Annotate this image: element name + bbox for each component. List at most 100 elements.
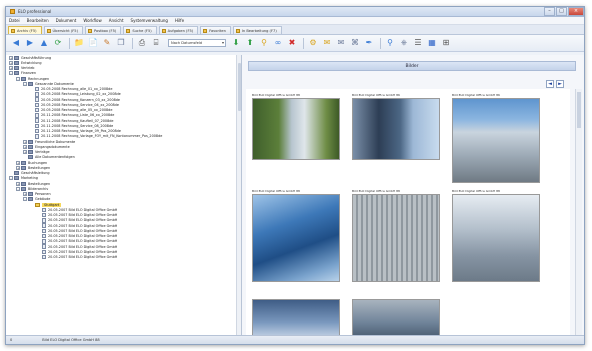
fit-icon[interactable]: ⊞ [440, 37, 452, 49]
menu-dokument[interactable]: Dokument [56, 18, 77, 23]
tree-item-label: Entwicklung [21, 60, 42, 65]
archive-tree[interactable]: + Geschäftsführung + Entwicklung + Vertrieb - F… [6, 55, 242, 335]
attach-icon[interactable]: ⌘ [349, 37, 361, 49]
viewer-scrollbar[interactable] [575, 89, 582, 335]
document-icon [42, 233, 46, 239]
expand-icon[interactable]: + [23, 144, 27, 149]
folder-icon [35, 202, 40, 207]
checkout-icon[interactable]: ⬆ [244, 37, 256, 49]
thumbnail-gallery: Bild ELO Digital Office GmbH 88 Bild ELO … [246, 89, 570, 335]
building-photo [352, 194, 440, 282]
refresh-icon[interactable]: ⟳ [52, 37, 64, 49]
tree-item-label: Finanzen [21, 71, 37, 76]
tree-item-label: Personen [35, 192, 51, 197]
tab-0[interactable]: Archiv (F5) [8, 26, 42, 34]
viewer-scrollbar-thumb[interactable] [577, 92, 581, 128]
up-icon[interactable]: ▲ [38, 37, 50, 49]
print-icon[interactable]: ⎙ [136, 37, 148, 49]
sort-select[interactable]: Nach Datumsfeld ▾ [168, 39, 226, 47]
view-thumbnail-icon[interactable]: ▦ [426, 37, 438, 49]
cabinet-icon [14, 176, 19, 181]
thumbnail-item[interactable] [252, 294, 340, 335]
next-page-button[interactable]: ► [556, 80, 564, 88]
scan-icon[interactable]: ⌸ [150, 37, 162, 49]
workflow-icon[interactable]: ⚙ [307, 37, 319, 49]
tree-item-label: 20.05.2008 Rechnung_alle_05_xx_2008de [41, 108, 113, 113]
collapse-icon[interactable]: - [23, 197, 27, 202]
zoom-icon[interactable]: ⚲ [384, 37, 396, 49]
pen-icon[interactable]: ✒ [363, 37, 375, 49]
previous-page-button[interactable]: ◄ [546, 80, 554, 88]
collapse-icon[interactable]: - [23, 81, 27, 86]
delete-icon[interactable]: ✖ [286, 37, 298, 49]
tree-item-label: 20.11.2008 Rechnung_Vorlage_09_Pos_2008d… [41, 129, 121, 134]
new-folder-icon[interactable]: 📁 [73, 37, 85, 49]
thumbnail-item[interactable]: Bild ELO Digital Office GmbH 88 [252, 93, 340, 160]
tree-item[interactable]: 20.05.2007 Bild ELO Digital Office GmbH [6, 254, 241, 260]
expand-icon[interactable]: + [16, 165, 20, 170]
thumbnail-item[interactable]: Bild ELO Digital Office GmbH 88 [452, 189, 540, 282]
edit-icon[interactable]: ✎ [101, 37, 113, 49]
expand-icon[interactable]: + [9, 60, 13, 65]
tab-1[interactable]: Übersicht (F5) [43, 26, 83, 34]
note-icon[interactable]: ✉ [321, 37, 333, 49]
filter-icon[interactable]: ⚲ [258, 37, 270, 49]
thumbnail-item[interactable]: Bild ELO Digital Office GmbH 86 [352, 93, 440, 160]
expand-icon[interactable]: + [23, 139, 27, 144]
tree-scrollbar[interactable] [236, 55, 241, 335]
menu-bearbeiten[interactable]: Bearbeiten [27, 18, 49, 23]
tab-2[interactable]: Postbox (F5) [84, 26, 122, 34]
document-icon [35, 123, 39, 129]
new-document-icon[interactable]: 📄 [87, 37, 99, 49]
menu-ansicht[interactable]: Ansicht [109, 18, 124, 23]
tree-scrollbar-thumb[interactable] [237, 63, 241, 111]
document-icon [42, 254, 46, 260]
tab-icon [161, 28, 166, 33]
view-list-icon[interactable]: ☰ [412, 37, 424, 49]
minimize-button[interactable]: – [544, 7, 555, 16]
sort-select-value: Nach Datumsfeld [171, 41, 203, 45]
collapse-icon[interactable]: - [9, 176, 13, 181]
cabinet-icon [14, 66, 19, 71]
tab-icon [203, 28, 208, 33]
maximize-button[interactable]: □ [556, 7, 567, 16]
expand-icon[interactable]: + [16, 181, 20, 186]
tab-3[interactable]: Suche (F5) [123, 26, 157, 34]
collapse-icon[interactable]: - [16, 76, 20, 81]
collapse-icon[interactable]: - [9, 71, 13, 76]
app-icon [10, 9, 15, 14]
stamp-icon[interactable]: ⎈ [398, 37, 410, 49]
tab-icon [235, 28, 240, 33]
cabinet-icon [14, 60, 19, 65]
back-icon[interactable]: ◀ [10, 37, 22, 49]
close-button[interactable]: × [568, 7, 584, 16]
forward-icon[interactable]: ▶ [24, 37, 36, 49]
tab-4[interactable]: Aufgaben (F5) [158, 26, 199, 34]
expand-icon[interactable]: + [16, 160, 20, 165]
link-icon[interactable]: ∞ [272, 37, 284, 49]
collapse-icon[interactable]: - [16, 186, 20, 191]
thumbnail-item[interactable]: Bild ELO Digital Office GmbH 88 [352, 189, 440, 282]
copy-icon[interactable]: ❐ [115, 37, 127, 49]
mail-icon[interactable]: ✉ [335, 37, 347, 49]
thumbnail-item[interactable]: Bild ELO Digital Office GmbH 86 [452, 93, 540, 183]
menu-workflow[interactable]: Workflow [83, 18, 101, 23]
menu-hilfe[interactable]: Hilfe [175, 18, 184, 23]
tab-6[interactable]: In Bearbeitung (F7) [232, 26, 282, 34]
expand-icon[interactable]: + [23, 192, 27, 197]
expand-icon[interactable]: + [23, 150, 27, 155]
thumbnail-item[interactable]: Bild ELO Digital Office GmbH 88 [252, 189, 340, 282]
menu-datei[interactable]: Datei [9, 18, 20, 23]
tab-icon [126, 28, 131, 33]
thumbnail-item[interactable] [352, 294, 440, 335]
tab-icon [11, 28, 15, 33]
tree-item-label: Geschäftsleitung [21, 171, 50, 176]
tab-5[interactable]: Favoriten [200, 26, 231, 34]
folder-icon [28, 150, 33, 155]
expand-icon[interactable]: + [9, 55, 13, 60]
menu-systemverwaltung[interactable]: Systemverwaltung [131, 18, 168, 23]
checkin-icon[interactable]: ⬇ [230, 37, 242, 49]
expand-icon[interactable]: + [9, 66, 13, 71]
document-icon [35, 118, 39, 123]
document-icon [42, 218, 46, 223]
